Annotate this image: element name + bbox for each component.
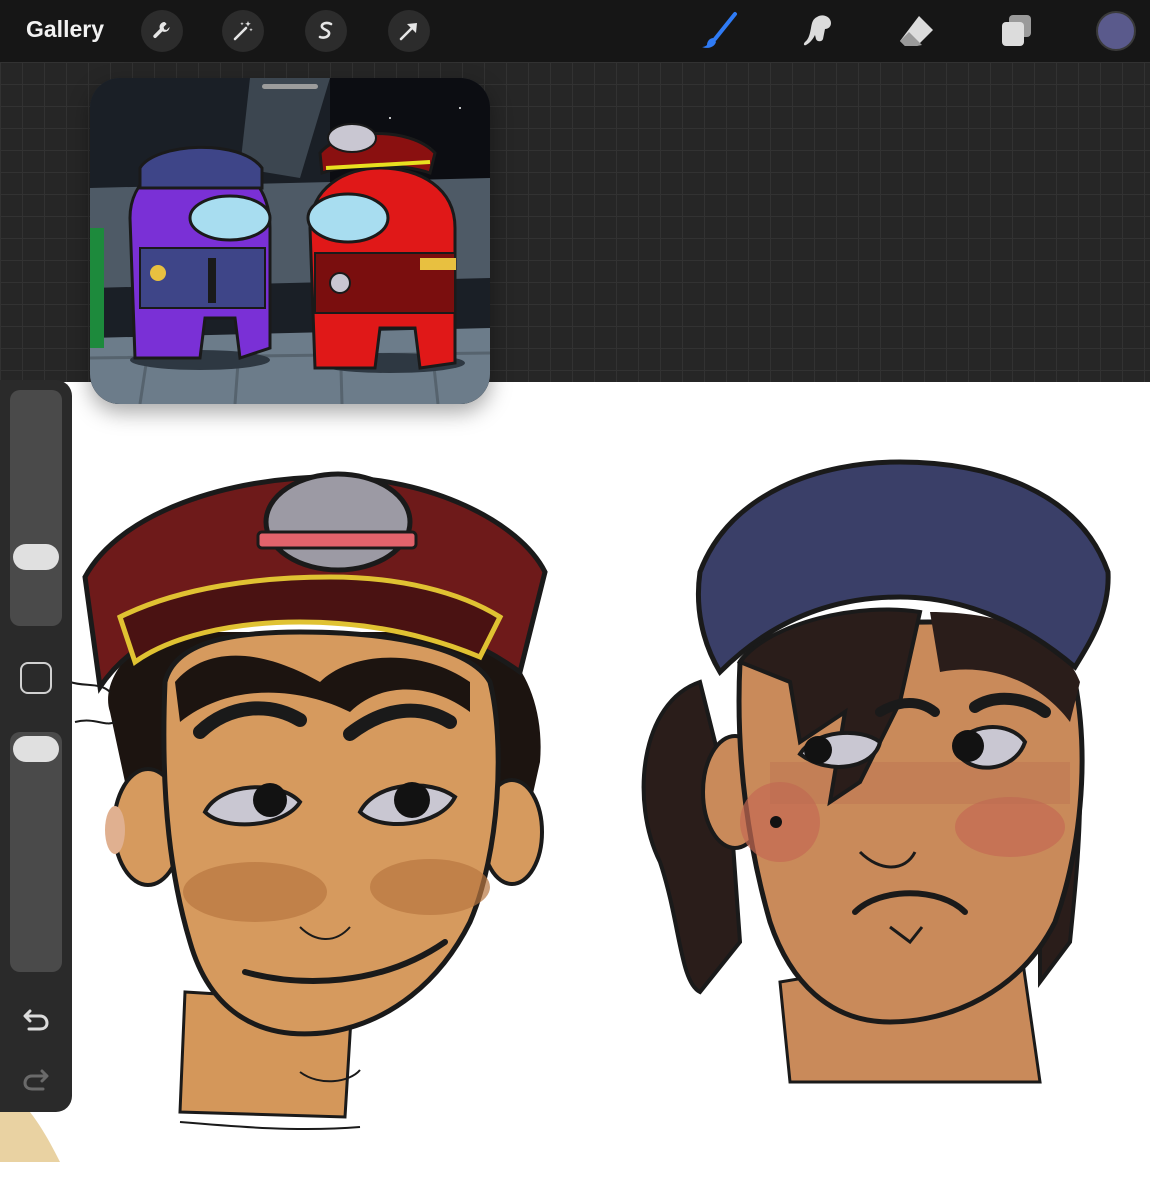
brush-size-knob[interactable] bbox=[13, 544, 59, 570]
redo-button[interactable] bbox=[18, 1060, 54, 1096]
blue-cap-character-sketch bbox=[641, 459, 1111, 1084]
layers-icon bbox=[1002, 15, 1031, 46]
brush-icon bbox=[702, 12, 737, 48]
transform-button[interactable] bbox=[388, 10, 430, 52]
reference-window-drag-handle[interactable] bbox=[262, 84, 318, 89]
magic-wand-icon bbox=[233, 21, 253, 41]
brush-sidebar bbox=[0, 380, 72, 1112]
reference-image bbox=[90, 78, 490, 404]
gallery-button[interactable]: Gallery bbox=[26, 16, 104, 43]
eraser-button[interactable] bbox=[895, 9, 939, 53]
smudge-icon bbox=[803, 15, 831, 46]
redo-icon bbox=[23, 1069, 49, 1091]
layers-button[interactable] bbox=[994, 9, 1038, 53]
top-toolbar: Gallery bbox=[0, 0, 1150, 62]
reference-image-window[interactable] bbox=[90, 78, 490, 404]
eraser-icon bbox=[900, 16, 933, 46]
selection-button[interactable] bbox=[305, 10, 347, 52]
brush-size-slider[interactable] bbox=[10, 390, 62, 626]
drawing-canvas[interactable] bbox=[0, 382, 1150, 1200]
undo-button[interactable] bbox=[18, 1000, 54, 1036]
modify-button[interactable] bbox=[20, 662, 52, 694]
smudge-button[interactable] bbox=[795, 9, 839, 53]
color-swatch-button[interactable] bbox=[1096, 11, 1136, 51]
wrench-icon bbox=[153, 22, 170, 39]
adjustments-button[interactable] bbox=[222, 10, 264, 52]
selection-s-icon bbox=[318, 21, 333, 39]
opacity-slider[interactable] bbox=[10, 732, 62, 972]
transform-arrow-icon bbox=[399, 23, 417, 41]
actions-button[interactable] bbox=[141, 10, 183, 52]
undo-icon bbox=[23, 1009, 49, 1031]
brush-button[interactable] bbox=[697, 9, 741, 53]
opacity-knob[interactable] bbox=[13, 736, 59, 762]
red-cap-character-sketch bbox=[82, 471, 548, 1119]
